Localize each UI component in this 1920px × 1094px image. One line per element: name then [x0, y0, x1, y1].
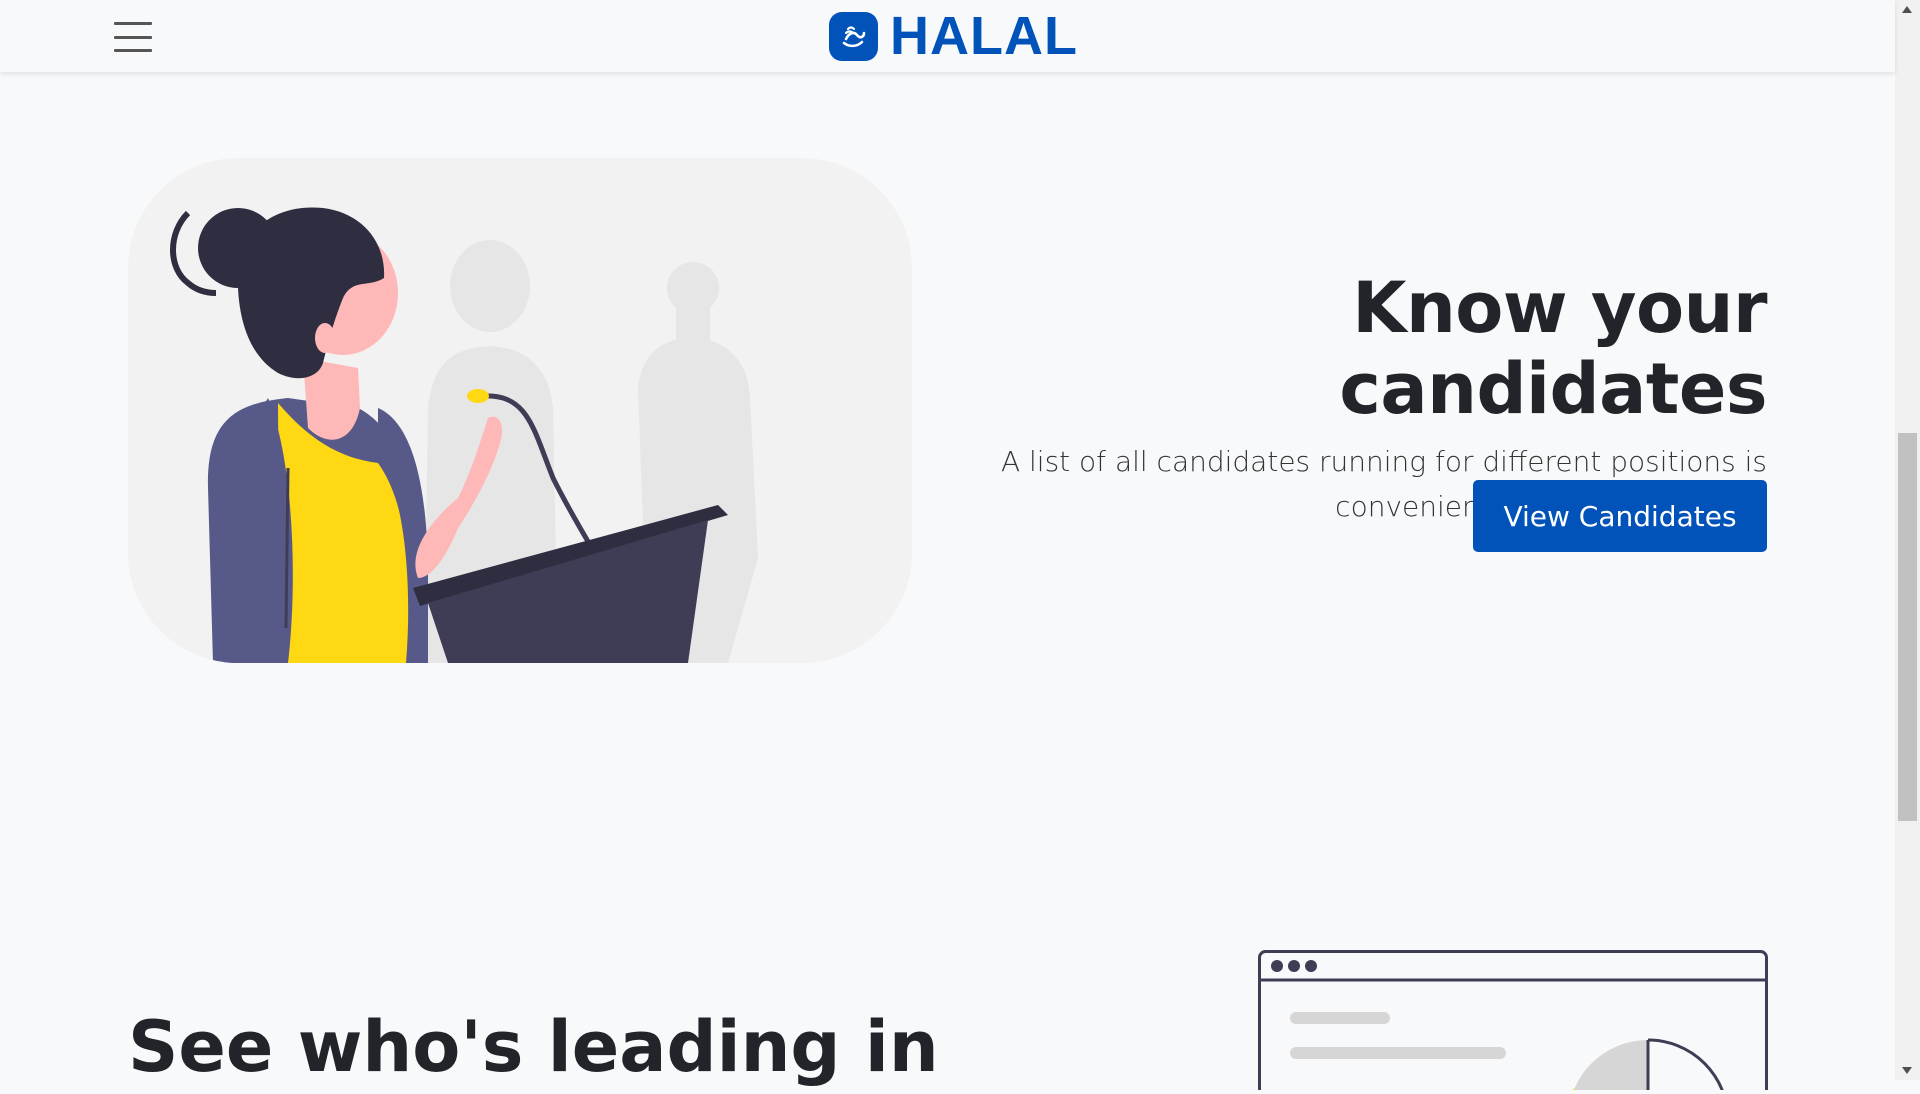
browser-window-chart-illustration	[1258, 950, 1768, 1094]
view-candidates-button[interactable]: View Candidates	[1473, 480, 1767, 552]
brand-link[interactable]: HALAL	[829, 6, 1078, 66]
halal-logo-icon	[829, 11, 878, 61]
top-navbar: HALAL	[0, 0, 1895, 72]
menu-line	[114, 35, 152, 39]
menu-line	[114, 49, 152, 52]
brand-name: HALAL	[890, 6, 1078, 66]
vertical-scrollbar[interactable]	[1895, 0, 1920, 1080]
menu-line	[114, 22, 152, 25]
hero-title: Know your candidates	[1339, 267, 1767, 430]
scrollbar-thumb[interactable]	[1898, 433, 1917, 821]
scroll-down-arrow-icon[interactable]	[1902, 1067, 1912, 1074]
speaker-at-podium-illustration	[128, 158, 912, 663]
section-title: See who's leading in	[128, 1006, 939, 1088]
scroll-up-arrow-icon[interactable]	[1902, 6, 1912, 13]
hamburger-menu-button[interactable]	[112, 20, 154, 54]
